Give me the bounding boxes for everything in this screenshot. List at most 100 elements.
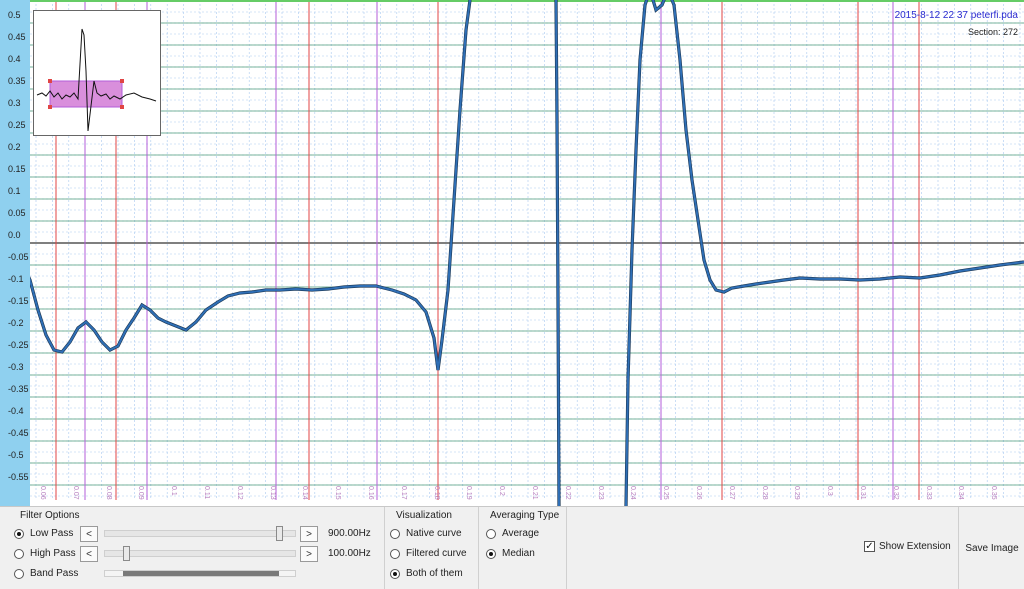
signal-curve-part3-fill <box>625 0 1024 506</box>
band-pass-label: Band Pass <box>30 568 79 579</box>
radio-indicator <box>486 528 496 539</box>
radio-indicator <box>14 548 24 559</box>
filtered-curve-label: Filtered curve <box>406 548 467 559</box>
x-tick-label: 0.24 <box>629 486 637 500</box>
control-panel: Filter Options Low Pass < > 900.00Hz Hig… <box>0 506 1024 589</box>
low-pass-radio[interactable]: Low Pass <box>14 528 73 539</box>
x-tick-label: 0.35 <box>990 486 998 500</box>
low-pass-value: 900.00Hz <box>328 528 371 539</box>
save-image-label: Save Image <box>965 542 1019 554</box>
separator <box>566 507 567 589</box>
x-tick-label: 0.33 <box>924 486 932 500</box>
x-tick-label: 0.06 <box>39 486 46 500</box>
y-tick-label: -0.55 <box>8 472 29 482</box>
radio-indicator <box>486 548 496 559</box>
high-pass-increase-button[interactable]: > <box>300 546 318 562</box>
median-label: Median <box>502 548 535 559</box>
x-tick-label: 0.08 <box>104 486 112 500</box>
y-tick-label: -0.05 <box>8 252 29 262</box>
filtered-curve-radio[interactable]: Filtered curve <box>390 548 467 559</box>
y-tick-label: -0.25 <box>8 340 29 350</box>
y-tick-label: -0.3 <box>8 362 24 372</box>
x-tick-label: 0.11 <box>203 486 210 500</box>
y-tick-label: -0.5 <box>8 450 24 460</box>
y-tick-label: -0.45 <box>8 428 29 438</box>
x-tick-label: 0.09 <box>137 486 145 500</box>
checkmark-icon: ✓ <box>865 541 874 552</box>
low-pass-increase-button[interactable]: > <box>300 526 318 542</box>
radio-indicator <box>14 568 24 579</box>
y-tick-label: 0.1 <box>8 186 21 196</box>
y-tick-label: -0.2 <box>8 318 24 328</box>
separator <box>384 507 385 589</box>
y-tick-label: 0.45 <box>8 32 26 42</box>
radio-indicator <box>390 568 400 579</box>
show-extension-checkbox[interactable]: ✓ <box>864 541 875 552</box>
average-radio[interactable]: Average <box>486 528 539 539</box>
x-tick-label: 0.16 <box>367 486 374 500</box>
high-pass-decrease-button[interactable]: < <box>80 546 98 562</box>
save-image-button[interactable]: Save Image <box>958 507 1024 589</box>
low-pass-decrease-button[interactable]: < <box>80 526 98 542</box>
high-pass-slider[interactable] <box>104 550 296 557</box>
high-pass-slider-thumb[interactable] <box>122 546 130 561</box>
median-radio[interactable]: Median <box>486 548 535 559</box>
y-tick-label: 0.5 <box>8 10 21 20</box>
signal-curve-part3 <box>624 0 1024 506</box>
x-tick-label: 0.17 <box>399 486 407 500</box>
x-tick-label: 0.2 <box>498 486 506 496</box>
y-tick-label: 0.15 <box>8 164 26 174</box>
x-tick-label: 0.31 <box>859 486 866 500</box>
x-tick-label: 0.07 <box>71 486 79 500</box>
band-pass-range <box>123 571 279 576</box>
thumbnail-canvas <box>36 28 157 132</box>
x-tick-label: 0.23 <box>596 486 604 500</box>
band-pass-slider[interactable] <box>104 570 296 577</box>
section-number: Section: 272 <box>967 27 1018 37</box>
y-tick-label: -0.4 <box>8 406 24 416</box>
x-tick-label: 0.19 <box>465 486 473 500</box>
native-curve-radio[interactable]: Native curve <box>390 528 462 539</box>
radio-indicator <box>390 548 400 559</box>
both-curves-label: Both of them <box>406 568 463 579</box>
native-curve-label: Native curve <box>406 528 462 539</box>
x-tick-label: 0.25 <box>662 486 670 500</box>
both-curves-radio[interactable]: Both of them <box>390 568 463 579</box>
low-pass-label: Low Pass <box>30 528 74 539</box>
y-tick-label: 0.2 <box>8 142 21 152</box>
x-tick-label: 0.32 <box>891 486 899 500</box>
y-tick-label: 0.0 <box>8 230 21 240</box>
x-tick-label: 0.13 <box>268 486 276 500</box>
averaging-type-title: Averaging Type <box>490 510 560 521</box>
y-tick-label: 0.3 <box>8 98 21 108</box>
x-tick-label: 0.34 <box>957 486 965 500</box>
y-tick-label: 0.05 <box>8 208 26 218</box>
radio-indicator <box>390 528 400 539</box>
band-pass-radio[interactable]: Band Pass <box>14 568 78 579</box>
x-tick-label: 0.21 <box>531 486 538 500</box>
x-tick-label: 0.14 <box>301 486 309 500</box>
low-pass-slider-thumb[interactable] <box>276 526 284 541</box>
signal-plot[interactable]: 0.5 0.45 0.4 0.35 0.3 0.25 0.2 0.15 0.1 0.05 0.0 -0… <box>0 0 1024 506</box>
high-pass-radio[interactable]: High Pass <box>14 548 76 559</box>
y-tick-label: -0.1 <box>8 274 24 284</box>
low-pass-slider[interactable] <box>104 530 296 537</box>
thumbnail-waveform <box>36 28 157 132</box>
y-tick-label: 0.4 <box>8 54 21 64</box>
radio-indicator <box>14 528 24 539</box>
y-tick-label: 0.25 <box>8 120 26 130</box>
visualization-title: Visualization <box>396 510 452 521</box>
x-tick-label: 0.1 <box>170 486 178 496</box>
show-extension-label: Show Extension <box>879 541 951 552</box>
y-tick-label: -0.15 <box>8 296 29 306</box>
high-pass-value: 100.00Hz <box>328 548 371 559</box>
x-tick-label: 0.27 <box>727 486 735 500</box>
separator <box>478 507 479 589</box>
y-tick-label: -0.35 <box>8 384 29 394</box>
x-tick-label: 0.3 <box>826 486 834 496</box>
y-tick-label: 0.35 <box>8 76 26 86</box>
file-name: 2015-8-12 22 37 peterfi.pda <box>894 10 1018 21</box>
high-pass-label: High Pass <box>30 548 76 559</box>
overview-thumbnail[interactable] <box>33 10 161 136</box>
x-tick-label: 0.18 <box>432 486 440 500</box>
